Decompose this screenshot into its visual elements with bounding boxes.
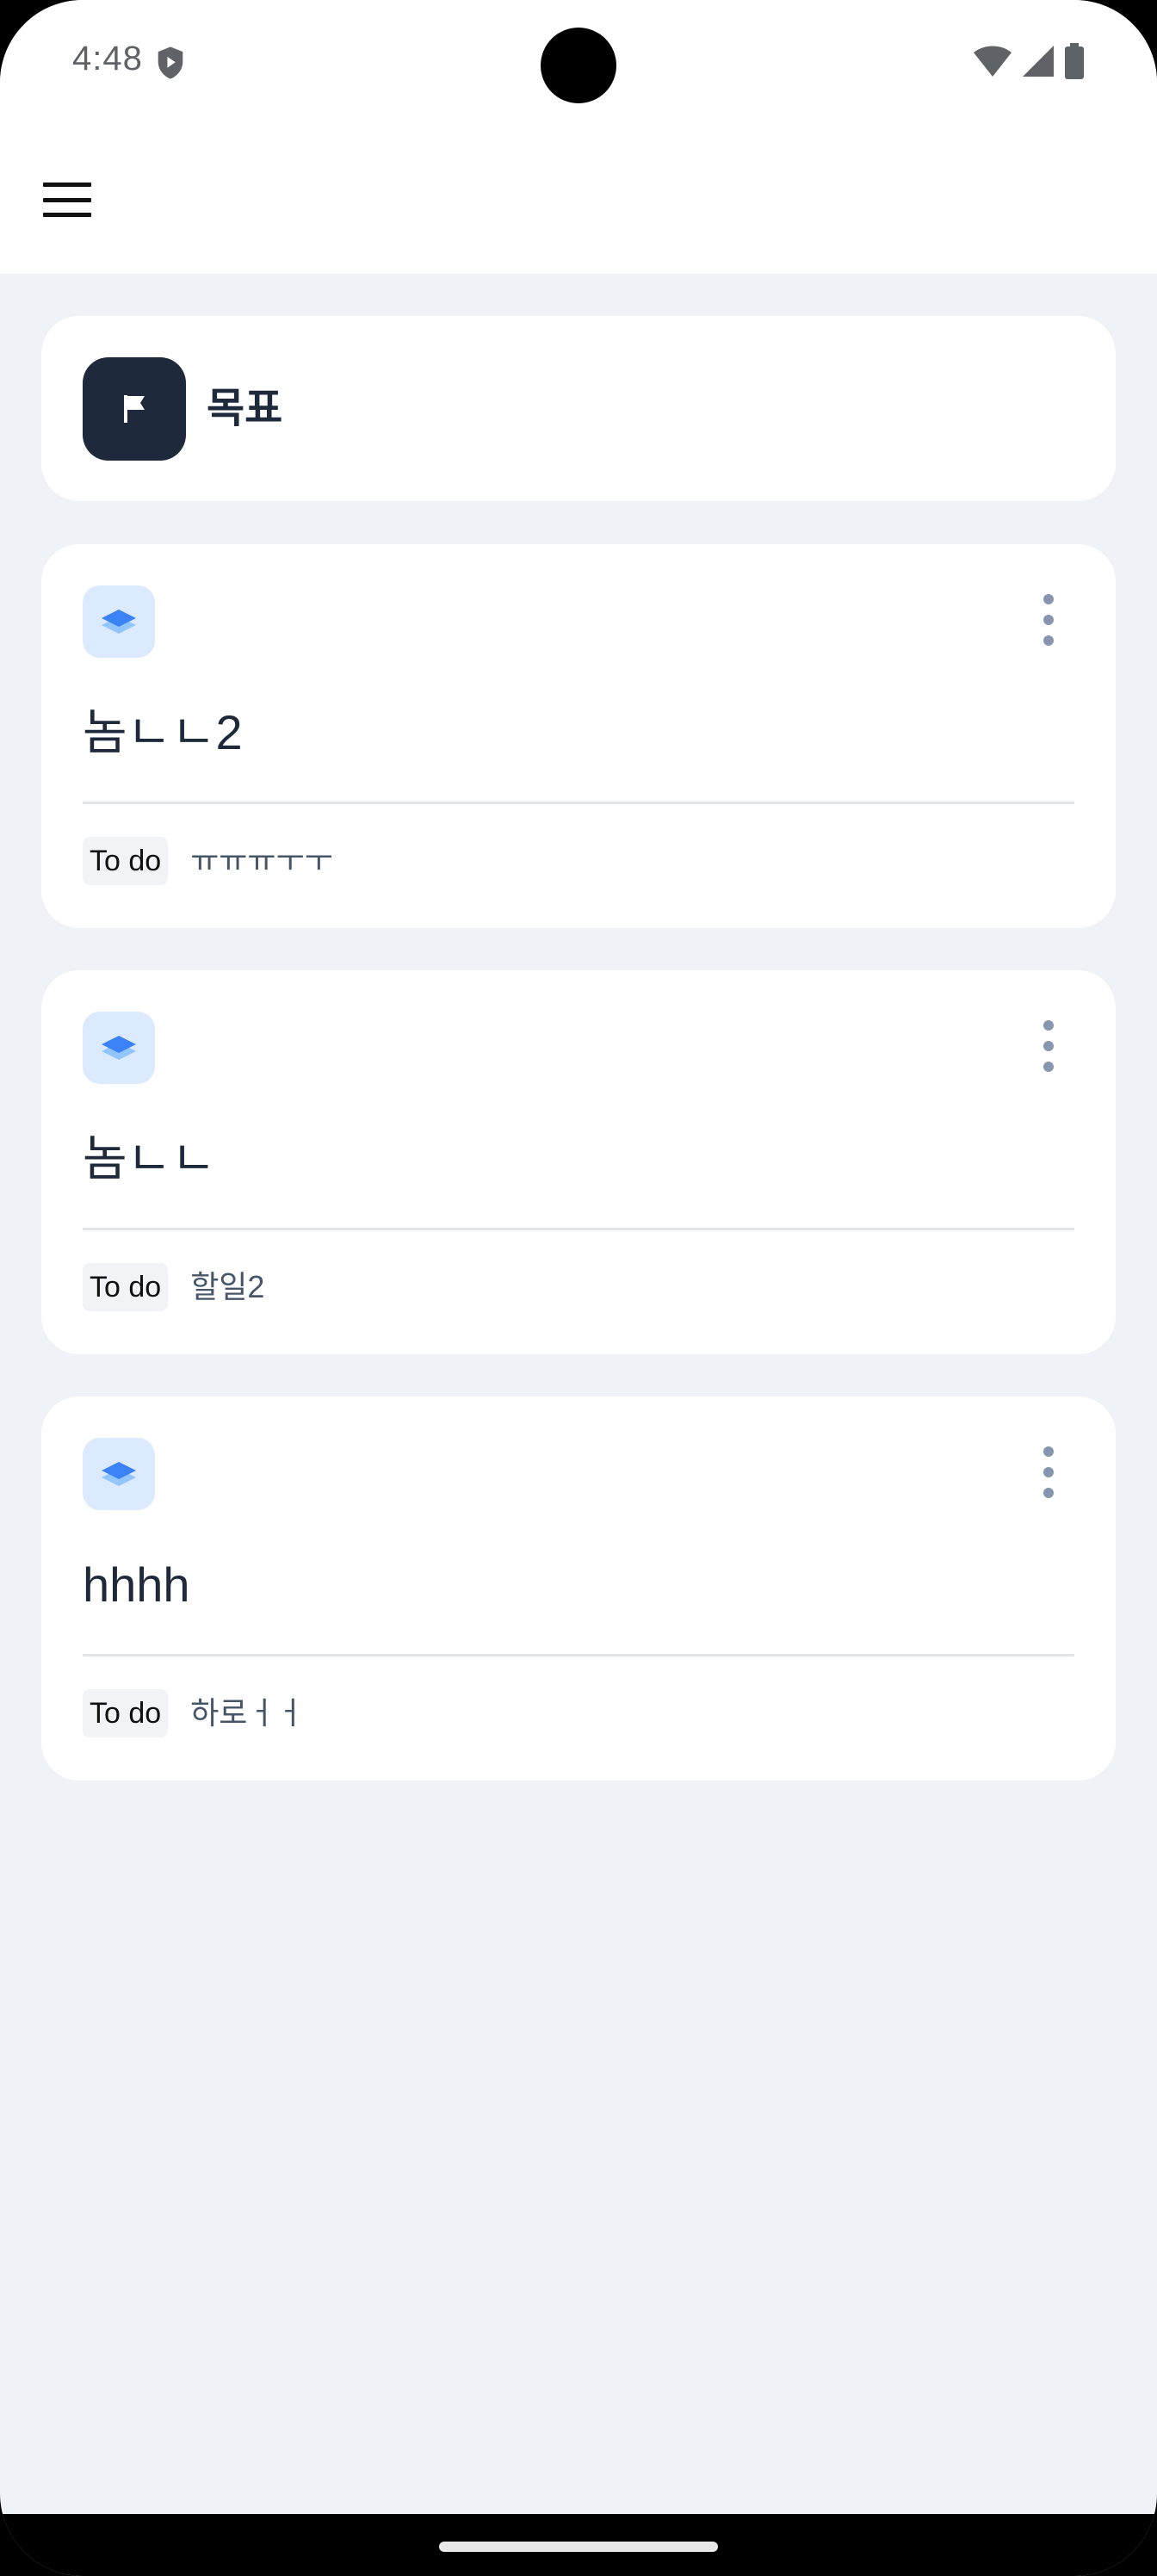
layers-icon [83,1012,155,1084]
more-vertical-icon [1043,1020,1054,1031]
more-options-button[interactable] [1023,1431,1074,1514]
app-screen: 4:48 목표 놈ㄴㄴ2 To do ㅠㅠㅠㅜㅜ 놈ㄴㄴ To do 할일2 h… [0,0,1157,2576]
more-options-button[interactable] [1023,1005,1074,1087]
item-card[interactable]: hhhh To do 하로ㅓㅓ [41,1396,1116,1780]
todo-text: 할일2 [190,1269,265,1304]
todo-badge: To do [83,1263,169,1311]
status-time: 4:48 [72,40,143,77]
hamburger-menu-icon [43,183,91,217]
camera-cutout [541,28,616,103]
divider [83,802,1074,804]
divider [83,1228,1074,1230]
todo-text: 하로ㅓㅓ [190,1695,305,1731]
todo-row: To do 하로ㅓㅓ [83,1689,305,1737]
battery-icon [1065,43,1084,79]
todo-row: To do 할일2 [83,1263,264,1311]
divider [83,1654,1074,1656]
wifi-icon [974,46,1012,77]
status-bar: 4:48 [0,0,1157,129]
item-title: 놈ㄴㄴ [83,1131,216,1186]
home-gesture-handle[interactable] [439,2542,718,2552]
todo-text: ㅠㅠㅠㅜㅜ [190,843,333,878]
goal-card[interactable]: 목표 [41,316,1116,501]
item-title: 놈ㄴㄴ2 [83,705,243,759]
app-bar [0,129,1157,274]
more-vertical-icon [1043,594,1054,604]
more-vertical-icon [1043,1446,1054,1457]
item-card[interactable]: 놈ㄴㄴ To do 할일2 [41,970,1116,1354]
status-icons [973,43,1085,79]
goal-title: 목표 [207,386,283,431]
shield-icon [158,46,183,79]
todo-row: To do ㅠㅠㅠㅜㅜ [83,837,333,885]
menu-button[interactable] [31,164,103,236]
more-options-button[interactable] [1023,579,1074,661]
layers-icon [83,1438,155,1510]
cellular-signal-icon [1023,46,1054,77]
flag-icon [83,357,186,461]
item-title: hhhh [83,1557,190,1612]
layers-icon [83,585,155,658]
todo-badge: To do [83,1689,169,1737]
todo-badge: To do [83,837,169,885]
item-card[interactable]: 놈ㄴㄴ2 To do ㅠㅠㅠㅜㅜ [41,544,1116,928]
